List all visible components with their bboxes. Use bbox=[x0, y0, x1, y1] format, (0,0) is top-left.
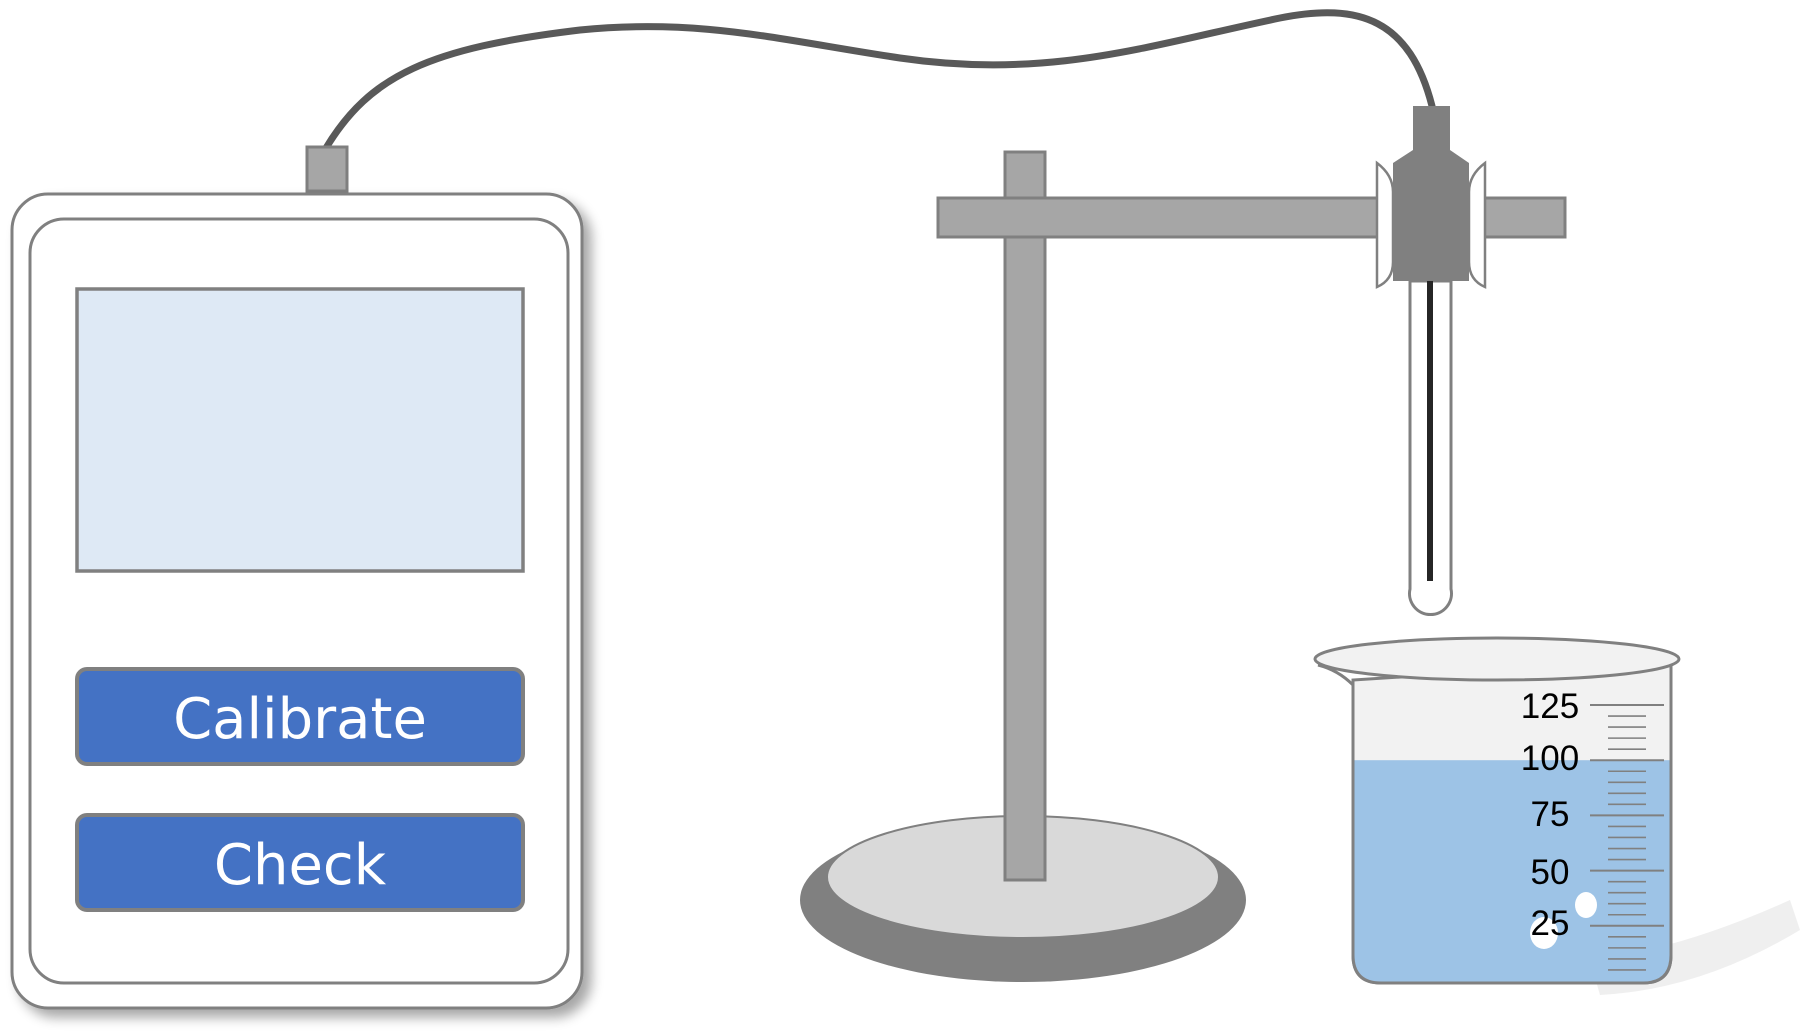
probe-head bbox=[1393, 150, 1469, 281]
calibrate-button-label: Calibrate bbox=[173, 687, 427, 752]
probe-clamp-left bbox=[1375, 160, 1395, 289]
cable-icon bbox=[322, 9, 1436, 152]
ph-meter-icon: Calibrate Check bbox=[10, 145, 584, 1010]
meter-connector bbox=[305, 145, 349, 193]
scale-label-25: 25 bbox=[1531, 904, 1570, 943]
probe-cap bbox=[1413, 106, 1450, 151]
calibrate-button[interactable]: Calibrate bbox=[75, 667, 525, 766]
meter-display bbox=[75, 287, 525, 573]
scale-label-125: 125 bbox=[1521, 687, 1579, 726]
lab-setup-diagram: Calibrate Check 125 100 75 50 25 bbox=[10, 9, 1800, 1010]
stand-rod bbox=[1003, 150, 1047, 882]
probe-clamp-right bbox=[1467, 160, 1487, 289]
probe-icon bbox=[1375, 106, 1487, 617]
scale-label-100: 100 bbox=[1521, 739, 1579, 778]
check-button[interactable]: Check bbox=[75, 813, 525, 912]
check-button-label: Check bbox=[214, 833, 387, 898]
beaker-liquid bbox=[1353, 760, 1671, 983]
scale-label-50: 50 bbox=[1531, 853, 1570, 892]
beaker-rim bbox=[1313, 636, 1681, 682]
beaker-icon: 125 100 75 50 25 bbox=[1313, 636, 1800, 995]
scale-label-75: 75 bbox=[1531, 795, 1570, 834]
bubble bbox=[1575, 892, 1597, 918]
